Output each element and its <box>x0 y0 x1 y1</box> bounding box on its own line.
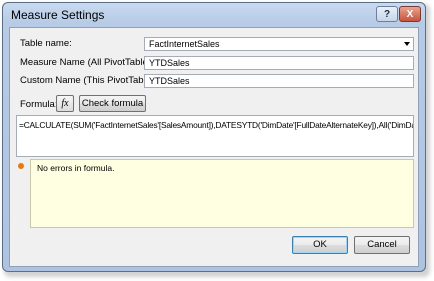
function-icon: fx <box>61 98 69 109</box>
insert-function-button[interactable]: fx <box>56 95 74 112</box>
help-icon: ? <box>383 8 391 20</box>
formula-text: =CALCULATE(SUM('FactInternetSales'[Sales… <box>19 120 414 130</box>
cancel-button[interactable]: Cancel <box>354 236 410 254</box>
dialog-body: Table name: FactInternetSales Measure Na… <box>9 27 419 267</box>
custom-name-label: Custom Name (This PivotTable): <box>20 75 157 86</box>
formula-label: Formula: <box>20 99 58 110</box>
custom-name-value: YTDSales <box>149 76 190 86</box>
chevron-down-icon[interactable] <box>404 42 410 46</box>
status-text: No errors in formula. <box>37 163 115 173</box>
dialog-title: Measure Settings <box>11 8 105 22</box>
measure-settings-dialog: Measure Settings ? X Table name: FactInt… <box>2 2 426 272</box>
help-button[interactable]: ? <box>376 6 398 22</box>
measure-name-all-input[interactable]: YTDSales <box>144 56 414 70</box>
close-button[interactable]: X <box>399 6 421 22</box>
title-bar[interactable]: Measure Settings ? X <box>3 3 425 25</box>
measure-name-all-label: Measure Name (All PivotTables): <box>20 57 159 68</box>
formula-status-panel: No errors in formula. <box>30 159 414 228</box>
formula-editor[interactable]: =CALCULATE(SUM('FactInternetSales'[Sales… <box>16 115 414 157</box>
status-indicator-icon <box>18 163 24 169</box>
measure-name-all-value: YTDSales <box>149 58 190 68</box>
ok-button[interactable]: OK <box>292 236 348 254</box>
table-name-value: FactInternetSales <box>149 39 220 49</box>
table-name-label: Table name: <box>20 38 72 49</box>
close-icon: X <box>406 8 414 20</box>
table-name-select[interactable]: FactInternetSales <box>144 37 414 51</box>
check-formula-button[interactable]: Check formula <box>79 95 146 112</box>
custom-name-input[interactable]: YTDSales <box>144 74 414 88</box>
